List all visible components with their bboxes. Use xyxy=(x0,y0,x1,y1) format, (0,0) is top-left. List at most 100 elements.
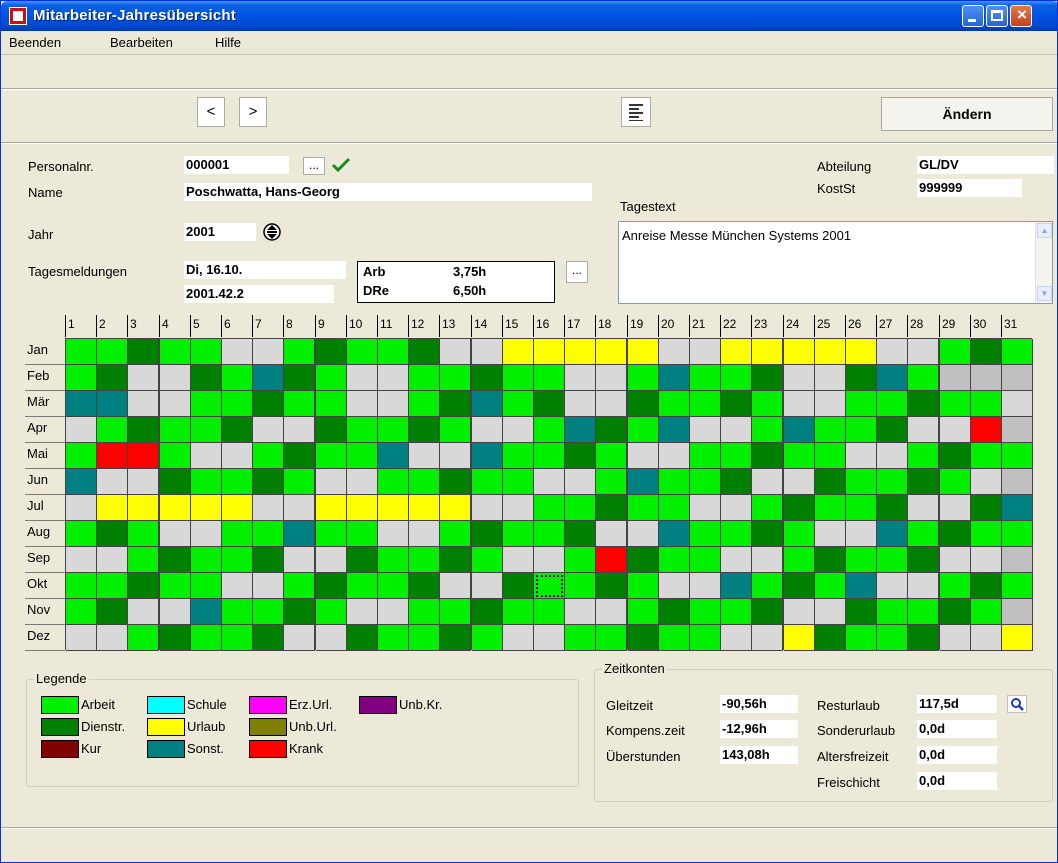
calendar-day-cell[interactable] xyxy=(160,469,191,495)
calendar-day-cell[interactable] xyxy=(316,547,347,573)
calendar-day-cell[interactable] xyxy=(128,599,159,625)
calendar-day-cell[interactable] xyxy=(347,573,378,599)
calendar-day-cell[interactable] xyxy=(222,391,253,417)
calendar-day-cell[interactable] xyxy=(97,365,128,391)
calendar-day-cell[interactable] xyxy=(940,339,971,365)
calendar-day-cell[interactable] xyxy=(347,339,378,365)
calendar-day-cell[interactable] xyxy=(409,391,440,417)
calendar-day-cell[interactable] xyxy=(128,521,159,547)
calendar-day-cell[interactable] xyxy=(284,443,315,469)
calendar-day-cell[interactable] xyxy=(378,339,409,365)
calendar-day-cell[interactable] xyxy=(877,469,908,495)
calendar-day-cell[interactable] xyxy=(784,391,815,417)
calendar-day-cell[interactable] xyxy=(97,495,128,521)
calendar-day-cell[interactable] xyxy=(160,495,191,521)
calendar-day-cell[interactable] xyxy=(752,599,783,625)
calendar-day-cell[interactable] xyxy=(752,443,783,469)
calendar-day-cell[interactable] xyxy=(596,417,627,443)
calendar-day-cell[interactable] xyxy=(222,469,253,495)
calendar-day-cell[interactable] xyxy=(97,443,128,469)
calendar-day-cell[interactable] xyxy=(128,391,159,417)
calendar-day-cell[interactable] xyxy=(128,443,159,469)
calendar-day-cell[interactable] xyxy=(908,625,939,651)
calendar-day-cell[interactable] xyxy=(690,573,721,599)
calendar-day-cell[interactable] xyxy=(347,547,378,573)
calendar-day-cell[interactable] xyxy=(659,469,690,495)
calendar-day-cell[interactable] xyxy=(940,365,971,391)
calendar-day-cell[interactable] xyxy=(721,599,752,625)
calendar-day-cell[interactable] xyxy=(659,339,690,365)
calendar-day-cell[interactable] xyxy=(316,625,347,651)
calendar-day-cell[interactable] xyxy=(472,495,503,521)
calendar-day-cell[interactable] xyxy=(971,469,1002,495)
calendar-day-cell[interactable] xyxy=(378,365,409,391)
calendar-day-cell[interactable] xyxy=(628,365,659,391)
calendar-day-cell[interactable] xyxy=(534,625,565,651)
calendar-day-cell[interactable] xyxy=(503,417,534,443)
calendar-day-cell[interactable] xyxy=(877,521,908,547)
calendar-day-cell[interactable] xyxy=(940,521,971,547)
calendar-day-cell[interactable] xyxy=(160,547,191,573)
calendar-day-cell[interactable] xyxy=(971,495,1002,521)
calendar-day-cell[interactable] xyxy=(128,339,159,365)
calendar-day-cell[interactable] xyxy=(596,495,627,521)
year-spinner[interactable] xyxy=(262,222,282,242)
calendar-day-cell[interactable] xyxy=(284,599,315,625)
calendar-day-cell[interactable] xyxy=(690,521,721,547)
calendar-day-cell[interactable] xyxy=(503,521,534,547)
calendar-day-cell[interactable] xyxy=(908,469,939,495)
jahr-field[interactable]: 2001 xyxy=(184,223,256,241)
calendar-day-cell[interactable] xyxy=(815,365,846,391)
calendar-day-cell[interactable] xyxy=(316,469,347,495)
calendar-day-cell[interactable] xyxy=(877,625,908,651)
calendar-day-cell[interactable] xyxy=(690,417,721,443)
calendar-day-cell[interactable] xyxy=(316,417,347,443)
day-info-more-button[interactable]: ... xyxy=(566,261,588,283)
calendar-day-cell[interactable] xyxy=(659,547,690,573)
calendar-day-cell[interactable] xyxy=(721,443,752,469)
calendar-day-cell[interactable] xyxy=(752,625,783,651)
calendar-day-cell[interactable] xyxy=(1002,625,1033,651)
calendar-day-cell[interactable] xyxy=(784,339,815,365)
calendar-day-cell[interactable] xyxy=(565,365,596,391)
calendar-day-cell[interactable] xyxy=(253,391,284,417)
calendar-day-cell[interactable] xyxy=(316,599,347,625)
calendar-day-cell[interactable] xyxy=(846,391,877,417)
calendar-day-cell[interactable] xyxy=(628,443,659,469)
calendar-day-cell[interactable] xyxy=(628,339,659,365)
calendar-day-cell[interactable] xyxy=(191,469,222,495)
calendar-day-cell[interactable] xyxy=(721,365,752,391)
calendar-day-cell[interactable] xyxy=(534,339,565,365)
calendar-day-cell[interactable] xyxy=(222,339,253,365)
calendar-day-cell[interactable] xyxy=(690,469,721,495)
calendar-day-cell[interactable] xyxy=(503,365,534,391)
calendar-day-cell[interactable] xyxy=(752,521,783,547)
calendar-day-cell[interactable] xyxy=(908,417,939,443)
calendar-day-cell[interactable] xyxy=(721,547,752,573)
menu-beenden[interactable]: Beenden xyxy=(9,35,61,50)
calendar-day-cell[interactable] xyxy=(815,495,846,521)
calendar-day-cell[interactable] xyxy=(752,547,783,573)
calendar-day-cell[interactable] xyxy=(284,573,315,599)
calendar-day-cell[interactable] xyxy=(503,443,534,469)
calendar-day-cell[interactable] xyxy=(596,547,627,573)
calendar-day-cell[interactable] xyxy=(628,417,659,443)
calendar-day-cell[interactable] xyxy=(284,625,315,651)
calendar-day-cell[interactable] xyxy=(721,495,752,521)
calendar-day-cell[interactable] xyxy=(1002,469,1033,495)
personalnr-browse-button[interactable]: ... xyxy=(303,157,325,175)
calendar-day-cell[interactable] xyxy=(66,547,97,573)
calendar-day-cell[interactable] xyxy=(908,521,939,547)
calendar-day-cell[interactable] xyxy=(752,495,783,521)
calendar-day-cell[interactable] xyxy=(784,443,815,469)
calendar-day-cell[interactable] xyxy=(347,365,378,391)
calendar-day-cell[interactable] xyxy=(253,339,284,365)
calendar-day-cell[interactable] xyxy=(440,443,471,469)
calendar-day-cell[interactable] xyxy=(659,495,690,521)
calendar-day-cell[interactable] xyxy=(253,417,284,443)
resturlaub-search-button[interactable] xyxy=(1007,695,1027,713)
calendar-day-cell[interactable] xyxy=(347,391,378,417)
calendar-day-cell[interactable] xyxy=(440,469,471,495)
calendar-day-cell[interactable] xyxy=(1002,339,1033,365)
calendar-day-cell[interactable] xyxy=(534,391,565,417)
